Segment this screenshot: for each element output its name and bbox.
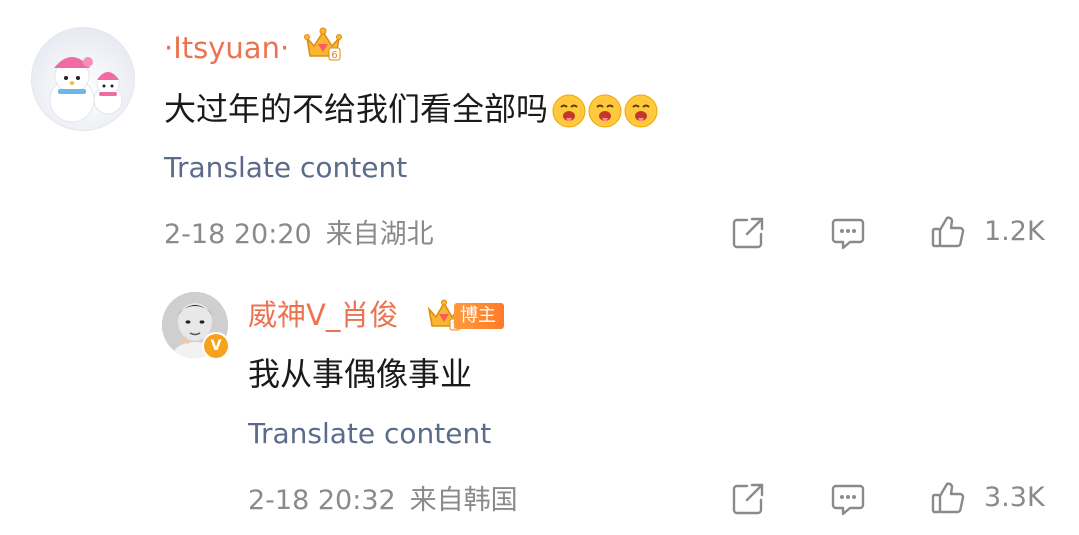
verified-badge-icon: V	[202, 332, 230, 360]
thumbs-up-icon	[931, 216, 965, 248]
emoji-group	[552, 94, 660, 128]
drooling-face-emoji-icon	[588, 94, 622, 128]
comment-meta-1: 2-18 20:20 来自湖北	[164, 218, 434, 252]
comment-location-2: 来自韩国	[409, 485, 518, 516]
comment-time-2: 2-18 20:32	[248, 485, 396, 516]
translate-link-1[interactable]: Translate content	[164, 151, 407, 185]
like-button-2[interactable]: 3.3K	[930, 480, 1045, 516]
comment-text-1: 大过年的不给我们看全部吗	[164, 87, 660, 131]
comment-time-1: 2-18 20:20	[164, 219, 312, 250]
like-count-1: 1.2K	[984, 216, 1045, 247]
drooling-face-emoji-icon	[624, 94, 658, 128]
comment-location-1: 来自湖北	[325, 219, 434, 250]
crown-level-icon: 6	[303, 26, 343, 68]
translate-link-2[interactable]: Translate content	[248, 417, 491, 451]
comment-button-1[interactable]	[830, 216, 866, 252]
user-avatar-1[interactable]	[31, 27, 135, 131]
share-icon	[732, 217, 764, 249]
host-badge: 7 博主	[426, 299, 504, 332]
share-button-2[interactable]	[730, 481, 766, 517]
comment-content-1: 大过年的不给我们看全部吗	[164, 90, 549, 128]
drooling-face-emoji-icon	[552, 94, 586, 128]
comment-meta-2: 2-18 20:32 来自韩国	[248, 484, 518, 518]
comment-icon	[831, 484, 865, 516]
username-2[interactable]: 威神V_肖俊	[248, 297, 398, 333]
host-tag-label: 博主	[454, 303, 504, 329]
comment-button-2[interactable]	[830, 482, 866, 518]
like-button-1[interactable]: 1.2K	[930, 214, 1045, 250]
username-1[interactable]: ·Itsyuan·	[164, 30, 289, 66]
svg-text:6: 6	[331, 50, 337, 61]
comment-content-2: 我从事偶像事业	[248, 355, 473, 393]
share-button-1[interactable]	[730, 215, 766, 251]
like-count-2: 3.3K	[984, 482, 1045, 513]
comment-icon	[831, 218, 865, 250]
avatar-snowman-image	[49, 57, 123, 123]
share-icon	[732, 483, 764, 515]
thumbs-up-icon	[931, 482, 965, 514]
